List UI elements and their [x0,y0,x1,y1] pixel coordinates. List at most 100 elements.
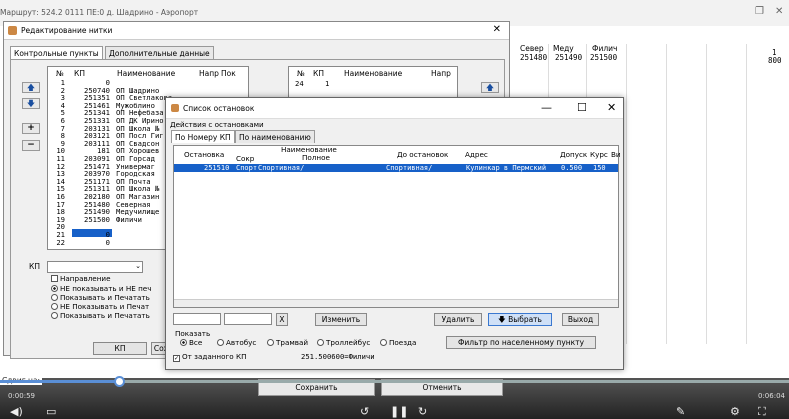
stops-dialog-titlebar: Список остановок — ☐ ✕ [166,98,623,119]
exit-button[interactable]: Выход [562,313,599,326]
kp-label: КП [29,262,40,271]
bg-grid-line [706,44,707,344]
horizontal-scrollbar[interactable] [174,299,618,307]
row-name: Филичи [116,214,142,224]
edit-window-title: Редактирование нитки [21,26,113,35]
col-dir: Напр [431,69,451,78]
bg-header-filich: Филич [592,44,618,53]
close-icon[interactable]: ✕ [493,24,501,35]
radio-hide-noprint[interactable]: НЕ показывать и НЕ печ [51,284,151,293]
settings-icon[interactable]: ⚙ [730,405,740,418]
col-dir: Напр [199,69,219,78]
time-current: 0:00:59 [8,392,35,400]
col-show: Пок [221,69,236,78]
radio-bus[interactable]: Автобус [217,338,256,347]
kp-button[interactable]: КП [93,342,147,355]
bg-header-sever: Север [520,44,544,53]
stop-name-input[interactable] [224,313,272,325]
close-icon[interactable]: ✕ [775,6,783,17]
bg-grid-line [746,44,747,344]
kp-select[interactable]: ⌄ [47,261,143,273]
bg-window-title: Маршрут: 524.2 0111 ПЕ:0 д. Шадрино - Аэ… [0,8,199,17]
bg-number-800: 800 [768,56,782,65]
radio-tram[interactable]: Трамвай [267,338,308,347]
move-up-button[interactable]: 🡅 [22,82,40,93]
cell-course: 150 [593,164,606,172]
cell-to-stop: Спортивная/ [386,164,433,172]
col-n: № [56,69,64,78]
select-button[interactable]: 🡇 Выбрать [488,313,552,326]
remove-button[interactable]: − [22,140,40,151]
bg-header-medu: Меду [553,44,574,53]
radio-show-print[interactable]: Показывать и Печатать [51,293,150,302]
tab-by-name[interactable]: По наименованию [235,130,315,143]
tab-by-kp-number[interactable]: По Номеру КП [171,130,235,143]
right-row-n: 24 [295,79,304,88]
rewind-icon[interactable]: ↺ [360,405,369,418]
cell-address: Кулинкар в Пермский [466,164,547,172]
maximize-icon[interactable]: ☐ [577,101,587,114]
minimize-icon[interactable]: — [541,101,552,114]
col-v: Ви [611,150,621,159]
radio-trains[interactable]: Поезда [380,338,416,347]
change-button[interactable]: Изменить [315,313,367,326]
timeline-progress [0,380,120,383]
col-abbr: Сокр [236,154,255,163]
radio-hide-print[interactable]: НЕ Показывать и Печат [51,302,149,311]
cell-full: Спортивная/ [258,164,305,172]
right-row-kp: 1 [325,79,330,88]
col-n: № [297,69,305,78]
selected-stop-row[interactable]: 251510 Спорт Спортивная/ Спортивная/ Кул… [174,164,618,172]
forward-icon[interactable]: ↻ [418,405,427,418]
cell-tolerance: 0.500 [561,164,583,172]
stops-dialog-title: Список остановок [183,104,255,113]
time-total: 0:06:04 [758,392,785,400]
subtitles-icon[interactable]: ▭ [46,405,56,418]
clear-filter-button[interactable]: X [276,313,288,326]
select-icon: 🡇 [498,315,506,324]
bg-grid-line [666,44,667,344]
stop-number-input[interactable] [173,313,221,325]
restore-icon[interactable]: ❐ [755,6,764,17]
col-name: Наименование [344,69,403,78]
close-icon[interactable]: ✕ [607,101,616,114]
pen-icon[interactable]: ✎ [676,405,685,418]
cell-abbr: Спорт [236,164,258,172]
right-move-up-button[interactable]: 🡅 [481,82,499,93]
settlement-filter-button[interactable]: Фильтр по населенному пункту [446,336,596,349]
bg-code-1: 251480 [520,53,548,62]
col-to-stop: До остановок [397,150,449,159]
move-down-button[interactable]: 🡇 [22,98,40,109]
direction-checkbox[interactable]: Направление [51,274,111,283]
from-kp-checkbox[interactable]: ✓ От заданного КП [173,352,247,362]
col-full: Полное [302,153,330,162]
col-stop: Остановка [184,150,225,159]
cell-stop: 251510 [204,164,230,172]
bg-grid-line [626,44,627,344]
row-number: 22 [56,237,65,247]
stops-list-dialog: Список остановок — ☐ ✕ Действия с остано… [165,97,624,370]
bg-code-2: 251490 [555,53,583,62]
delete-button[interactable]: Удалить [434,313,482,326]
col-address: Адрес [465,150,488,159]
col-course: Курс [590,150,608,159]
col-kp: КП [74,69,85,78]
pause-icon[interactable]: ❚❚ [390,405,408,418]
app-icon [171,104,179,112]
menu-stop-actions[interactable]: Действия с остановками [170,120,264,129]
timeline-knob[interactable] [114,376,125,387]
from-kp-value: 251.500600=Филичи [301,352,375,361]
col-name: Наименование [117,69,176,78]
volume-icon[interactable]: ◀) [10,405,23,418]
col-tolerance: Допуск [560,150,588,159]
tab-control-points[interactable]: Контрольные пункты [10,46,103,59]
bg-code-3: 251500 [590,53,618,62]
radio-trolleybus[interactable]: Троллейбус [317,338,370,347]
tab-additional-data[interactable]: Дополнительные данные [105,46,214,59]
col-kp: КП [313,69,324,78]
app-icon [8,26,17,35]
fullscreen-icon[interactable]: ⛶ [758,405,766,419]
add-button[interactable]: + [22,123,40,134]
radio-show-print-2[interactable]: Показывать и Печатать [51,311,150,320]
radio-all[interactable]: Все [180,338,202,347]
